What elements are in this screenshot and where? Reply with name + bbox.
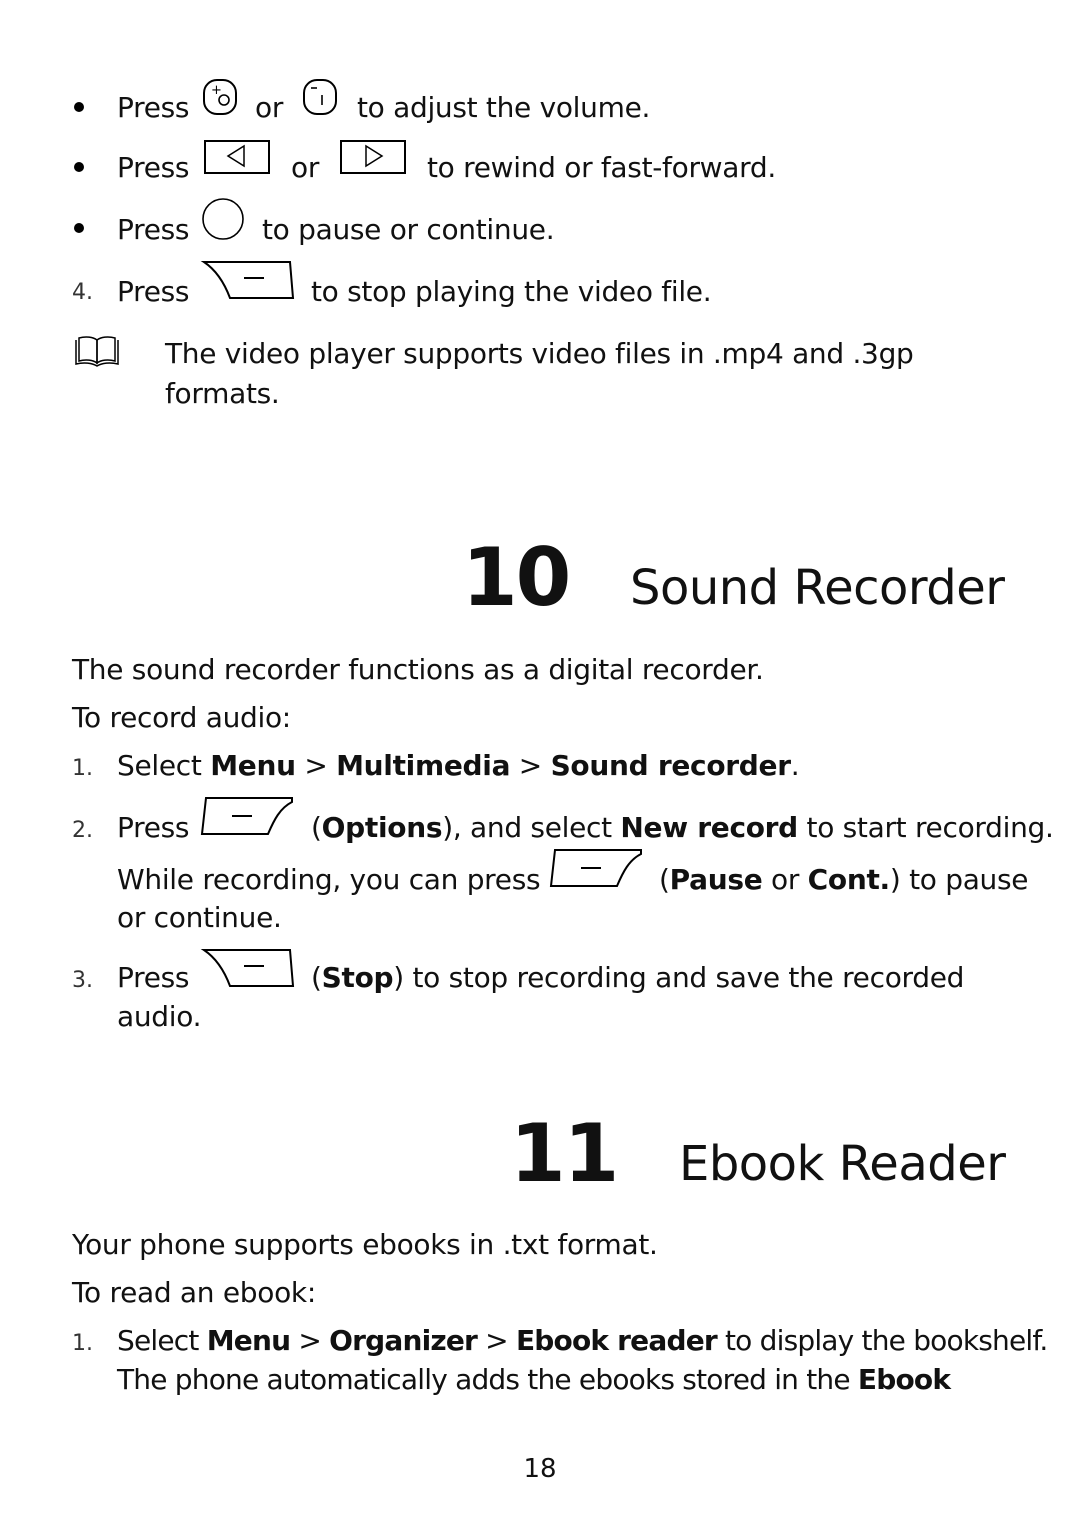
bullet: [74, 162, 84, 172]
step2-line2-pre: While recording, you can press: [117, 863, 541, 896]
stop-label: Stop: [321, 961, 394, 994]
pause-label: Pause: [669, 863, 763, 896]
bullet: [74, 102, 84, 112]
step-number: 1.: [72, 756, 93, 781]
menu-label: Menu: [210, 749, 296, 782]
ebook-folder-label: Ebook: [857, 1363, 951, 1396]
step-number: 3.: [72, 968, 93, 993]
center-key-icon: [202, 198, 244, 240]
step1-pre: Select: [117, 1324, 207, 1357]
left-soft-key-icon: [549, 849, 642, 887]
step2-end: to start recording.: [797, 811, 1054, 844]
ebook-reader-label: Ebook reader: [515, 1324, 718, 1357]
organizer-label: Organizer: [329, 1324, 478, 1357]
or-text: or: [762, 863, 808, 896]
step3-press: Press: [117, 961, 190, 994]
step1-text: Select Menu > Multimedia > Sound recorde…: [117, 748, 800, 784]
step3-line2: audio.: [117, 1000, 202, 1033]
page-number: 18: [523, 1454, 557, 1484]
rewind-key-icon: [204, 140, 270, 174]
chapter-lead: To record audio:: [72, 701, 291, 734]
paren: (: [659, 863, 670, 896]
right-soft-key-icon: [200, 261, 295, 299]
step3-rest: ) to stop recording and save the recorde…: [393, 961, 965, 994]
step1-line2-pre: The phone automatically adds the ebooks …: [117, 1363, 858, 1396]
seek-press: Press: [117, 151, 190, 184]
multimedia-label: Multimedia: [336, 749, 511, 782]
chapter-title: Ebook Reader: [679, 1136, 1006, 1192]
step1-rest: to display the bookshelf.: [716, 1324, 1048, 1357]
separator: >: [477, 1324, 516, 1357]
period: .: [790, 749, 800, 782]
cont-label: Cont.: [807, 863, 891, 896]
chapter-title: Sound Recorder: [630, 560, 1005, 616]
ebook-step1-line2: The phone automatically adds the ebooks …: [117, 1362, 951, 1398]
step-number: 4.: [72, 280, 93, 305]
step2-line2: (Pause or Cont.) to pause: [659, 862, 1029, 898]
step3-line1: (Stop) to stop recording and save the re…: [311, 960, 964, 996]
step2-line2-end: ) to pause: [889, 863, 1029, 896]
step1-pre: Select: [117, 749, 211, 782]
pause-press: Press: [117, 213, 190, 246]
right-soft-key-icon: [200, 949, 295, 987]
chapter-intro: Your phone supports ebooks in .txt forma…: [72, 1228, 658, 1261]
step-number: 1.: [72, 1331, 93, 1356]
separator: >: [295, 749, 337, 782]
volume-down-key-icon: [303, 79, 337, 115]
book-note-icon: [75, 336, 119, 367]
volume-or: or: [255, 91, 284, 124]
options-label: Options: [321, 811, 443, 844]
note-text-line2: formats.: [165, 377, 280, 410]
chapter-number: 11: [510, 1107, 619, 1200]
seek-or: or: [291, 151, 320, 184]
fast-forward-key-icon: [340, 140, 406, 174]
sound-recorder-label: Sound recorder: [550, 749, 791, 782]
pause-rest: to pause or continue.: [262, 213, 555, 246]
stop-press: Press: [117, 275, 190, 308]
step-number: 2.: [72, 818, 93, 843]
note-text-line1: The video player supports video files in…: [165, 337, 914, 370]
bullet: [74, 223, 84, 233]
step2-line3: or continue.: [117, 901, 282, 934]
chapter-lead: To read an ebook:: [72, 1276, 316, 1309]
step2-press: Press: [117, 811, 190, 844]
stop-rest: to stop playing the video file.: [311, 275, 712, 308]
volume-rest: to adjust the volume.: [357, 91, 651, 124]
separator: >: [510, 749, 551, 782]
paren: (: [311, 811, 322, 844]
seek-rest: to rewind or fast-forward.: [427, 151, 776, 184]
separator: >: [290, 1324, 330, 1357]
step2-mid: ), and select: [442, 811, 621, 844]
new-record-label: New record: [620, 811, 798, 844]
chapter-number: 10: [462, 531, 571, 624]
left-soft-key-icon: [200, 797, 293, 835]
ebook-step1-line1: Select Menu > Organizer > Ebook reader t…: [117, 1323, 1048, 1359]
paren: (: [311, 961, 322, 994]
volume-up-key-icon: +: [203, 79, 237, 115]
chapter-intro: The sound recorder functions as a digita…: [72, 653, 764, 686]
step2-line1: (Options), and select New record to star…: [311, 810, 1054, 846]
volume-press: Press: [117, 91, 190, 124]
menu-label: Menu: [206, 1324, 291, 1357]
